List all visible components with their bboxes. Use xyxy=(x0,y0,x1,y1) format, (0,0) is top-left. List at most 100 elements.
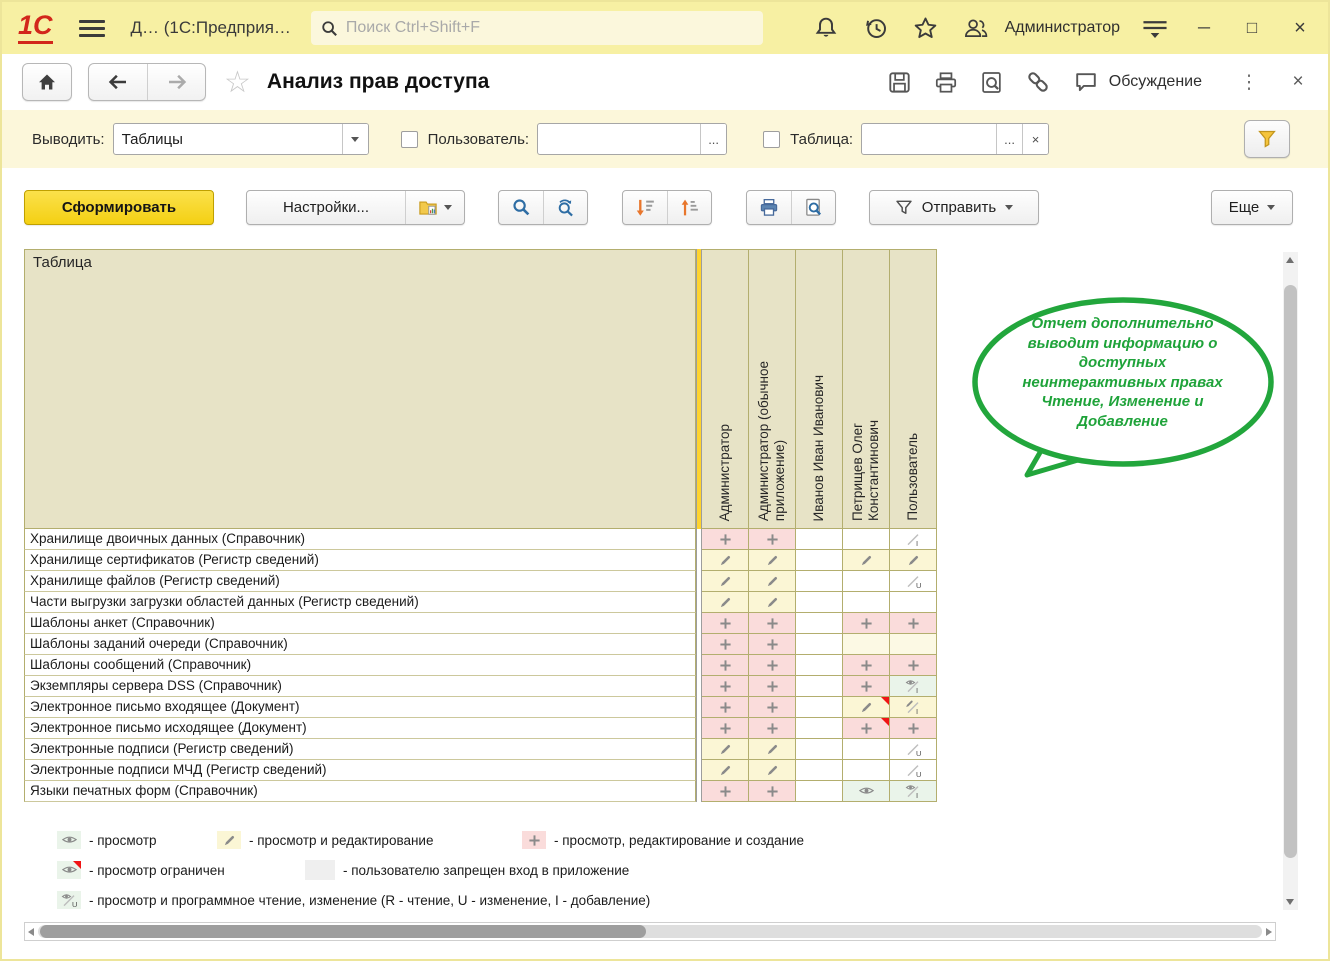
more-button[interactable]: Еще xyxy=(1211,190,1293,225)
rights-cell-full[interactable] xyxy=(749,676,796,697)
rights-cell-full[interactable] xyxy=(890,718,937,739)
save-button[interactable] xyxy=(883,67,917,97)
user-filter-input[interactable] xyxy=(538,124,700,154)
horizontal-scrollbar[interactable] xyxy=(24,922,1276,941)
rights-cell-full[interactable] xyxy=(702,697,749,718)
close-form-button[interactable]: × xyxy=(1284,71,1312,93)
table-row-label[interactable]: Шаблоны сообщений (Справочник) xyxy=(24,655,696,676)
sort-ascending-button[interactable] xyxy=(667,191,711,224)
rights-cell-edit[interactable] xyxy=(702,550,749,571)
rights-cell-full[interactable] xyxy=(702,655,749,676)
table-row-label[interactable]: Языки печатных форм (Справочник) xyxy=(24,781,696,802)
table-clear-button[interactable]: × xyxy=(1022,124,1048,154)
rights-cell-full[interactable] xyxy=(702,634,749,655)
rights-cell-full[interactable] xyxy=(749,634,796,655)
rights-cell-full[interactable] xyxy=(749,718,796,739)
settings-button[interactable]: Настройки... xyxy=(247,191,405,224)
table-row-label[interactable]: Части выгрузки загрузки областей данных … xyxy=(24,592,696,613)
rights-cell-empty[interactable] xyxy=(843,571,890,592)
column-header-cell[interactable]: Администратор xyxy=(702,249,749,529)
table-row-label[interactable]: Электронное письмо входящее (Документ) xyxy=(24,697,696,718)
global-search-input[interactable]: Поиск Ctrl+Shift+F xyxy=(311,11,763,45)
rights-cell-full[interactable] xyxy=(702,613,749,634)
rights-cell-view-add[interactable]: I xyxy=(890,781,937,802)
rights-cell-edit-add[interactable]: I xyxy=(890,697,937,718)
table-filter-checkbox[interactable] xyxy=(763,131,780,148)
generate-button[interactable]: Сформировать xyxy=(24,190,214,225)
rights-cell-full[interactable] xyxy=(843,613,890,634)
rights-cell-edit[interactable] xyxy=(749,739,796,760)
back-button[interactable] xyxy=(89,64,147,100)
rights-cell-full[interactable] xyxy=(890,655,937,676)
scroll-down-icon[interactable] xyxy=(1286,899,1294,905)
rights-cell-empty[interactable] xyxy=(796,571,843,592)
rights-cell-full[interactable] xyxy=(749,697,796,718)
service-menu-button[interactable] xyxy=(1140,13,1170,43)
rights-cell-empty[interactable] xyxy=(796,634,843,655)
table-row-label[interactable]: Хранилище файлов (Регистр сведений) xyxy=(24,571,696,592)
discussion-button[interactable] xyxy=(1069,67,1103,97)
horizontal-scroll-thumb[interactable] xyxy=(40,925,646,938)
maximize-button[interactable]: □ xyxy=(1238,18,1266,38)
column-header-cell[interactable]: Петрищев Олег Константинович xyxy=(843,249,890,529)
column-header-cell[interactable]: Иванов Иван Иванович xyxy=(796,249,843,529)
rights-cell-empty[interactable] xyxy=(843,529,890,550)
send-button[interactable]: Отправить xyxy=(869,190,1039,225)
table-row-label[interactable]: Шаблоны заданий очереди (Справочник) xyxy=(24,634,696,655)
rights-cell-empty[interactable] xyxy=(843,760,890,781)
rights-cell-edit[interactable] xyxy=(702,592,749,613)
user-choose-button[interactable]: ... xyxy=(700,124,726,154)
table-row-label[interactable]: Экземпляры сервера DSS (Справочник) xyxy=(24,676,696,697)
rights-cell-empty[interactable] xyxy=(890,592,937,613)
rights-cell-full[interactable] xyxy=(843,676,890,697)
rights-cell-full[interactable] xyxy=(843,655,890,676)
rights-cell-full[interactable] xyxy=(749,781,796,802)
scroll-up-icon[interactable] xyxy=(1286,257,1294,263)
rights-cell-empty[interactable] xyxy=(890,634,937,655)
print-button[interactable] xyxy=(929,67,963,97)
vertical-scrollbar[interactable] xyxy=(1283,252,1298,910)
home-button[interactable] xyxy=(22,63,72,101)
rights-cell-full[interactable] xyxy=(890,613,937,634)
print-preview-button[interactable] xyxy=(791,191,835,224)
history-button[interactable] xyxy=(861,13,891,43)
horizontal-scroll-track[interactable] xyxy=(38,925,1262,938)
rights-cell-empty[interactable] xyxy=(796,613,843,634)
table-choose-button[interactable]: ... xyxy=(996,124,1022,154)
table-row-label[interactable]: Шаблоны анкет (Справочник) xyxy=(24,613,696,634)
rights-cell-edit[interactable] xyxy=(702,739,749,760)
rights-cell-update-only[interactable]: U xyxy=(890,571,937,592)
search-button[interactable] xyxy=(499,191,543,224)
rights-cell-view-add[interactable]: I xyxy=(890,676,937,697)
minimize-button[interactable]: ─ xyxy=(1190,18,1218,38)
table-row-label[interactable]: Хранилище сертификатов (Регистр сведений… xyxy=(24,550,696,571)
table-row-label[interactable]: Электронные подписи МЧД (Регистр сведени… xyxy=(24,760,696,781)
hamburger-menu-icon[interactable] xyxy=(79,16,105,41)
rights-cell-empty[interactable] xyxy=(796,697,843,718)
rights-cell-edit[interactable] xyxy=(749,592,796,613)
report-variants-button[interactable] xyxy=(405,191,464,224)
rights-cell-edit[interactable] xyxy=(702,571,749,592)
sort-descending-button[interactable] xyxy=(623,191,667,224)
rights-cell-edit[interactable] xyxy=(749,760,796,781)
output-select[interactable]: Таблицы xyxy=(113,123,369,155)
column-header-cell[interactable]: Пользователь xyxy=(890,249,937,529)
rights-cell-empty[interactable] xyxy=(796,781,843,802)
table-filter-input[interactable] xyxy=(862,124,996,154)
more-actions-button[interactable]: ⋮ xyxy=(1232,67,1266,97)
table-row-label[interactable]: Электронные подписи (Регистр сведений) xyxy=(24,739,696,760)
rights-cell-empty[interactable] xyxy=(843,739,890,760)
favorites-button[interactable] xyxy=(911,13,941,43)
table-row-label[interactable]: Хранилище двоичных данных (Справочник) xyxy=(24,529,696,550)
rights-cell-edit[interactable] xyxy=(843,697,890,718)
rights-cell-update-only[interactable]: U xyxy=(890,760,937,781)
rights-cell-full[interactable] xyxy=(702,676,749,697)
users-button[interactable] xyxy=(961,13,991,43)
link-button[interactable] xyxy=(1021,67,1055,97)
favorite-star-icon[interactable]: ☆ xyxy=(224,65,251,100)
close-window-button[interactable]: × xyxy=(1286,17,1314,40)
rights-cell-full[interactable] xyxy=(843,718,890,739)
column-header-cell[interactable]: Администратор (обычное приложение) xyxy=(749,249,796,529)
rights-cell-empty[interactable] xyxy=(796,718,843,739)
rights-cell-view[interactable] xyxy=(843,781,890,802)
